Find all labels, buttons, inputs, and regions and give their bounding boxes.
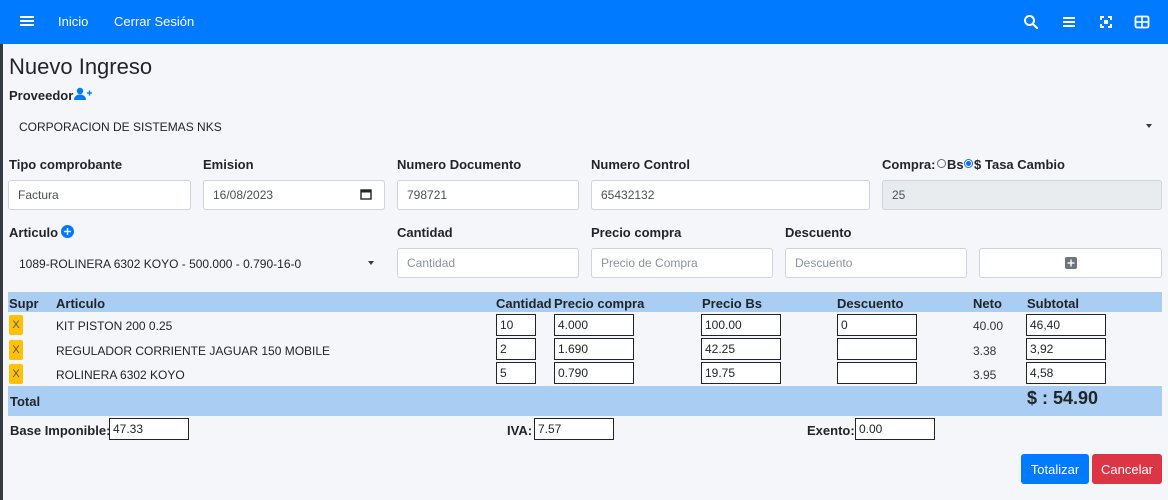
descuento-label: Descuento	[785, 225, 852, 240]
row-precio-input[interactable]: 0.790	[554, 362, 634, 384]
row-subtotal-input[interactable]: 4,58	[1026, 362, 1106, 384]
numero-documento-label: Numero Documento	[397, 157, 522, 172]
th-subtotal: Subtotal	[1027, 296, 1079, 311]
total-row	[8, 386, 1162, 416]
th-cantidad: Cantidad	[496, 296, 552, 311]
row-articulo: ROLINERA 6302 KOYO	[56, 368, 185, 382]
descuento-input[interactable]: Descuento	[785, 248, 967, 278]
emision-value: 16/08/2023	[213, 188, 274, 202]
base-imponible-label: Base Imponible:	[10, 423, 111, 438]
row-precio-bs-input[interactable]: 42.25	[701, 338, 781, 360]
row-cantidad-input[interactable]: 10	[496, 314, 536, 336]
grid-icon[interactable]	[1134, 14, 1150, 30]
delete-row-button[interactable]: X	[9, 340, 23, 360]
totalizar-button[interactable]: Totalizar	[1021, 454, 1089, 484]
total-value: $ : 54.90	[1027, 388, 1099, 408]
radio-usd[interactable]	[964, 159, 973, 168]
numero-control-input[interactable]: 65432132	[591, 180, 870, 210]
delete-row-button[interactable]: X	[9, 364, 23, 384]
total-label: Total	[10, 394, 41, 409]
row-subtotal-input[interactable]: 3,92	[1026, 338, 1106, 360]
plus-square-icon	[1064, 257, 1077, 269]
row-precio-bs-input[interactable]: 19.75	[701, 362, 781, 384]
page-title: Nuevo Ingreso	[9, 54, 153, 79]
row-articulo: KIT PISTON 200 0.25	[56, 319, 173, 333]
row-cantidad-input[interactable]: 2	[496, 338, 536, 360]
add-circle-icon[interactable]	[61, 225, 74, 238]
add-item-button[interactable]	[979, 248, 1162, 278]
iva-label: IVA:	[507, 423, 533, 438]
nav-home-link[interactable]: Inicio	[58, 14, 88, 29]
tasa-cambio-input[interactable]: 25	[882, 180, 1162, 210]
delete-row-button[interactable]: X	[9, 315, 23, 335]
row-neto: 3.38	[973, 344, 997, 358]
list-icon[interactable]	[1061, 14, 1077, 30]
row-subtotal-input[interactable]: 46,40	[1026, 314, 1106, 336]
row-neto: 3.95	[973, 368, 997, 382]
proveedor-select[interactable]: CORPORACION DE SISTEMAS NKS	[9, 112, 1162, 142]
proveedor-label: Proveedor	[9, 88, 74, 103]
top-navbar: Inicio Cerrar Sesión	[0, 0, 1168, 44]
add-user-icon[interactable]	[74, 87, 92, 101]
compra-label: Compra:	[882, 157, 936, 172]
th-descuento: Descuento	[837, 296, 904, 311]
row-cantidad-input[interactable]: 5	[496, 362, 536, 384]
search-icon[interactable]	[1023, 14, 1039, 30]
exento-input[interactable]: 0.00	[855, 418, 935, 440]
tipo-comprobante-label: Tipo comprobante	[9, 157, 123, 172]
row-descuento-input[interactable]	[837, 338, 917, 360]
numero-documento-input[interactable]: 798721	[397, 180, 579, 210]
row-descuento-input[interactable]: 0	[837, 314, 917, 336]
articulo-select[interactable]: 1089-ROLINERA 6302 KOYO - 500.000 - 0.79…	[9, 249, 385, 279]
tasa-cambio-label: Tasa Cambio	[985, 157, 1065, 172]
th-articulo: Articulo	[56, 296, 106, 311]
radio-bs-label: Bs	[947, 157, 964, 172]
fullscreen-icon[interactable]	[1098, 14, 1114, 30]
emision-label: Emision	[203, 157, 254, 172]
iva-input[interactable]: 7.57	[534, 418, 614, 440]
precio-compra-input[interactable]: Precio de Compra	[591, 248, 773, 278]
row-precio-bs-input[interactable]: 100.00	[701, 314, 781, 336]
precio-compra-label: Precio compra	[591, 225, 682, 240]
exento-label: Exento:	[807, 423, 855, 438]
cantidad-input[interactable]: Cantidad	[397, 248, 579, 278]
row-precio-input[interactable]: 1.690	[554, 338, 634, 360]
menu-icon[interactable]	[20, 14, 34, 28]
row-articulo: REGULADOR CORRIENTE JAGUAR 150 MOBILE	[56, 344, 331, 358]
base-imponible-input[interactable]: 47.33	[109, 418, 189, 440]
articulo-label: Articulo	[9, 225, 59, 240]
cantidad-label: Cantidad	[397, 225, 453, 240]
th-neto: Neto	[973, 296, 1002, 311]
tipo-comprobante-input[interactable]: Factura	[8, 180, 191, 210]
row-precio-input[interactable]: 4.000	[554, 314, 634, 336]
calendar-icon[interactable]	[360, 188, 372, 200]
chevron-down-icon	[1146, 124, 1152, 128]
sidebar-edge	[0, 0, 3, 500]
row-neto: 40.00	[973, 319, 1004, 333]
emision-date-input[interactable]: 16/08/2023	[203, 180, 385, 210]
numero-control-label: Numero Control	[591, 157, 690, 172]
th-precio-bs: Precio Bs	[702, 296, 762, 311]
radio-usd-label: $	[974, 157, 982, 172]
nav-logout-link[interactable]: Cerrar Sesión	[114, 14, 194, 29]
radio-bs[interactable]	[937, 159, 946, 168]
row-descuento-input[interactable]	[837, 362, 917, 384]
th-supr: Supr	[9, 296, 39, 311]
th-precio-compra: Precio compra	[554, 296, 645, 311]
chevron-down-icon	[368, 261, 374, 265]
cancelar-button[interactable]: Cancelar	[1092, 454, 1162, 484]
